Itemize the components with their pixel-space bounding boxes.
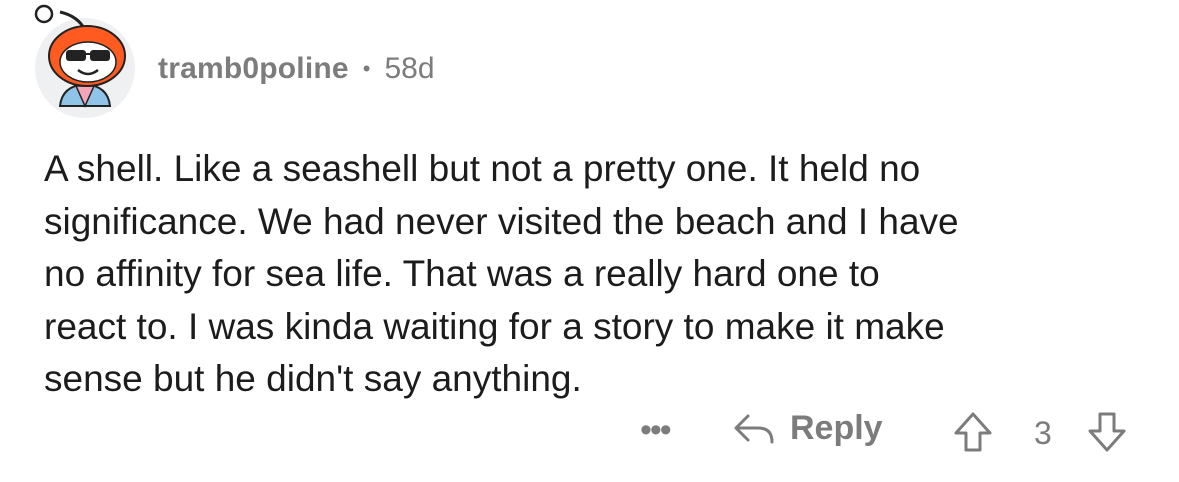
comment-actions: ••• Reply 3 — [0, 405, 1179, 465]
user-avatar[interactable] — [30, 2, 140, 120]
comment-meta: tramb0poline • 58d — [158, 52, 435, 86]
username[interactable]: tramb0poline — [158, 52, 349, 86]
upvote-button[interactable] — [953, 411, 993, 458]
reply-label: Reply — [790, 409, 883, 447]
reply-arrow-icon — [734, 414, 774, 443]
upvote-arrow-icon — [954, 412, 992, 452]
comment-age: 58d — [384, 52, 435, 85]
vote-score: 3 — [1034, 415, 1052, 451]
comment-body-line: significance. We had never visited the b… — [44, 200, 959, 242]
comment-body: A shell. Like a seashell but not a prett… — [44, 143, 1144, 406]
comment-body-line: no affinity for sea life. That was a rea… — [44, 253, 880, 294]
snoo-avatar-icon — [34, 4, 135, 118]
reply-button[interactable]: Reply — [732, 409, 883, 448]
comment-body-line: sense but he didn't say anything. — [44, 358, 582, 399]
comment: tramb0poline • 58d A shell. Like a seash… — [0, 0, 1179, 482]
comment-body-line: react to. I was kinda waiting for a stor… — [44, 305, 945, 347]
downvote-arrow-icon — [1088, 412, 1126, 452]
comment-body-line: A shell. Like a seashell but not a prett… — [44, 148, 921, 189]
downvote-button[interactable] — [1087, 411, 1127, 458]
meta-separator: • — [362, 56, 371, 81]
more-options-icon[interactable]: ••• — [640, 413, 672, 447]
